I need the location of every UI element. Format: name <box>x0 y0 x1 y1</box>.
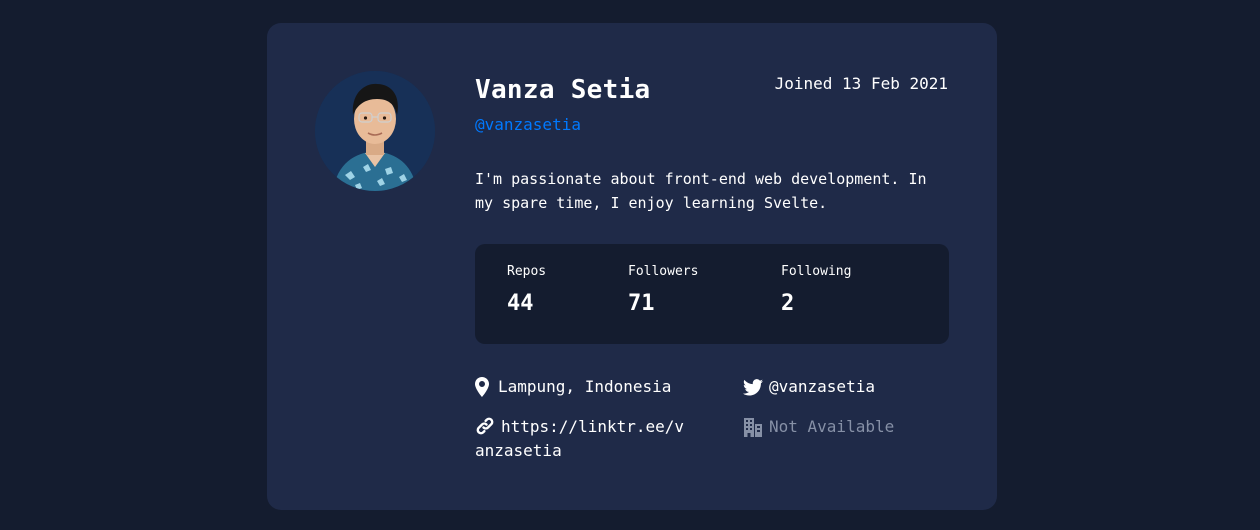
blog-link[interactable]: https://linktr.ee/vanzasetia <box>475 415 685 463</box>
location-text: Lampung, Indonesia <box>498 377 672 396</box>
twitter-item[interactable]: @vanzasetia <box>743 375 875 399</box>
link-icon <box>475 416 495 436</box>
stat-followers-label: Followers <box>628 264 699 279</box>
joined-date: Joined 13 Feb 2021 <box>774 74 948 93</box>
stat-repos: Repos 44 <box>507 264 546 316</box>
blog-text: https://linktr.ee/vanzasetia <box>475 417 685 460</box>
profile-name: Vanza Setia <box>475 75 651 105</box>
stat-repos-value: 44 <box>507 291 534 316</box>
profile-bio: I'm passionate about front-end web devel… <box>475 170 927 212</box>
profile-login-link[interactable]: @vanzasetia <box>475 115 581 134</box>
company-text: Not Available <box>769 417 895 436</box>
twitter-text: @vanzasetia <box>769 377 875 396</box>
profile-card: Vanza Setia @vanzasetia Joined 13 Feb 20… <box>267 23 997 510</box>
stat-followers: Followers 71 <box>628 264 698 316</box>
location-pin-icon <box>472 375 492 399</box>
location-item: Lampung, Indonesia <box>472 375 671 399</box>
company-item: Not Available <box>743 415 894 439</box>
stat-followers-value: 71 <box>628 291 655 316</box>
stat-following-value: 2 <box>781 291 795 316</box>
stat-following: Following 2 <box>781 264 851 316</box>
stats-panel: Repos 44 Followers 71 Following 2 <box>475 244 949 344</box>
stat-repos-label: Repos <box>507 264 547 279</box>
building-icon <box>743 415 763 439</box>
avatar <box>315 71 435 191</box>
twitter-icon <box>743 375 763 399</box>
stat-following-label: Following <box>781 264 852 279</box>
